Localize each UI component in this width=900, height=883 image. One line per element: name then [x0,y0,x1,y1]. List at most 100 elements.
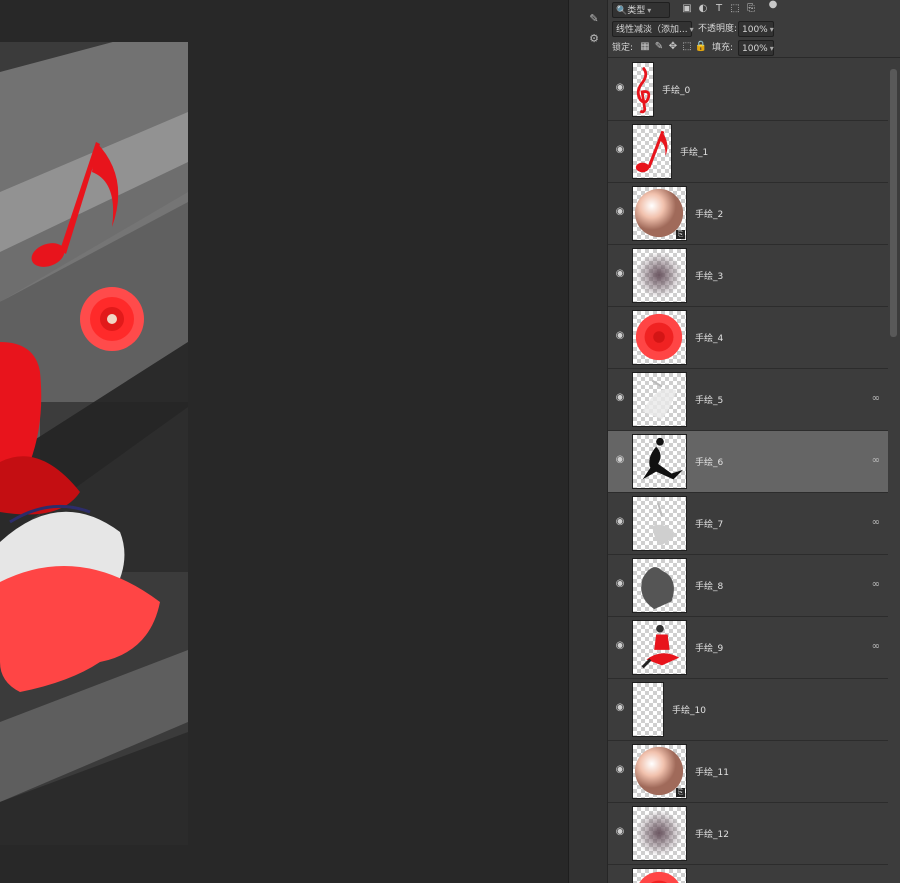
scroll-thumb[interactable] [890,69,897,337]
half-circle-icon[interactable]: ◐ [696,2,710,16]
link-icon[interactable]: ∞ [872,393,880,404]
chevron-down-icon: ▾ [689,25,694,34]
layer-name[interactable]: 手绘_12 [695,827,729,840]
layer-row[interactable]: ◉ 手绘_8 ∞ [608,555,888,617]
layer-row[interactable]: ◉ 手绘_6 ∞ [608,431,888,493]
filter-kind-dropdown[interactable]: 🔍类型 ▾ [612,2,670,18]
eye-icon[interactable]: ◉ [614,392,626,404]
artboard[interactable] [0,42,188,845]
layer-thumbnail[interactable] [632,372,687,427]
smart-object-icon[interactable]: ⎘ [744,2,758,16]
eye-icon[interactable]: ◉ [614,640,626,652]
link-icon[interactable]: ∞ [872,641,880,652]
image-icon[interactable]: ▣ [680,2,694,16]
layer-list: ◉ 手绘_0 ◉ 手绘_1 ◉ ⎘ 手绘_2 ◉ 手绘_3 ◉ 手绘_4 ◉ 手绘_5 ∞ ◉ 手绘_6 ∞ ◉ 手… [608,59,888,883]
filter-row: 🔍类型 ▾ ▣ ◐ T ⬚ ⎘ ● [608,0,900,19]
layer-thumbnail[interactable] [632,434,687,489]
fill-input[interactable]: 100% ▾ [738,40,774,56]
text-icon[interactable]: T [712,2,726,16]
eye-icon[interactable]: ◉ [614,144,626,156]
canvas-area[interactable] [0,0,568,883]
artwork [0,42,188,845]
layers-panel: 🔍类型 ▾ ▣ ◐ T ⬚ ⎘ ● 线性减淡（添加... ▾ 不透明度: 100% ▾… [608,0,900,883]
layer-name[interactable]: 手绘_5 [695,393,723,406]
lock-row: 锁定: ▦ ✎ ✥ ⬚ 🔒 填充: 100% ▾ [608,38,900,57]
link-icon[interactable]: ∞ [872,579,880,590]
layer-thumbnail[interactable] [632,124,672,179]
eye-icon[interactable]: ◉ [614,82,626,94]
layer-name[interactable]: 手绘_3 [695,269,723,282]
layer-row[interactable]: ◉ 手绘_7 ∞ [608,493,888,555]
layer-thumbnail[interactable]: ⎘ [632,186,687,241]
smart-object-icon: ⎘ [676,788,685,797]
fill-label: 填充: [712,43,734,53]
layer-thumbnail[interactable] [632,558,687,613]
layer-name[interactable]: 手绘_2 [695,207,723,220]
lock-paint-icon[interactable]: ✎ [652,40,666,54]
eye-icon[interactable]: ◉ [614,268,626,280]
layer-row[interactable]: ◉ 手绘_4 [608,307,888,369]
eye-icon[interactable]: ◉ [614,764,626,776]
dot-icon[interactable]: ● [766,0,780,12]
link-icon[interactable]: ∞ [872,517,880,528]
adjustments-panel-icon[interactable]: ⚙ [584,30,604,48]
layer-thumbnail[interactable] [632,620,687,675]
layer-thumbnail[interactable] [632,806,687,861]
chevron-down-icon: ▾ [647,6,652,15]
layer-thumbnail[interactable] [632,310,687,365]
blend-row: 线性减淡（添加... ▾ 不透明度: 100% ▾ [608,19,900,38]
layer-name[interactable]: 手绘_9 [695,641,723,654]
panel-divider[interactable] [568,0,580,883]
eye-icon[interactable]: ◉ [614,454,626,466]
layer-name[interactable]: 手绘_1 [680,145,708,158]
layer-row[interactable]: ◉ 手绘_10 [608,679,888,741]
layer-name[interactable]: 手绘_4 [695,331,723,344]
blend-mode-dropdown[interactable]: 线性减淡（添加... ▾ [612,21,694,37]
layer-row[interactable]: ◉ [608,865,888,883]
tool-strip: ✎ ⚙ [580,0,608,883]
layer-thumbnail[interactable] [632,682,664,737]
eye-icon[interactable]: ◉ [614,206,626,218]
opacity-label: 不透明度: [698,24,738,34]
lock-all-icon[interactable]: 🔒 [694,40,708,54]
shape-icon[interactable]: ⬚ [728,2,742,16]
layer-row[interactable]: ◉ 手绘_9 ∞ [608,617,888,679]
layers-scrollbar[interactable] [888,59,900,883]
photoshop-window: ✎ ⚙ 🔍类型▾ ▣ ◐ T ⬚ ⎘ ● 线性减淡（添加...▾ 不透明度: [0,0,900,883]
layer-name[interactable]: 手绘_0 [662,83,690,96]
eye-icon[interactable]: ◉ [614,826,626,838]
lock-label: 锁定: [612,43,634,53]
lock-transparent-icon[interactable]: ▦ [638,40,652,54]
layer-name[interactable]: 手绘_6 [695,455,723,468]
layer-row[interactable]: ◉ 手绘_12 [608,803,888,865]
layer-row[interactable]: ◉ 手绘_5 ∞ [608,369,888,431]
layer-thumbnail[interactable] [632,62,654,117]
chevron-down-icon: ▾ [769,44,774,53]
eye-icon[interactable]: ◉ [614,516,626,528]
brush-panel-icon[interactable]: ✎ [584,10,604,28]
eye-icon[interactable]: ◉ [614,330,626,342]
layer-row[interactable]: ◉ ⎘ 手绘_11 [608,741,888,803]
smart-object-icon: ⎘ [676,230,685,239]
layers-toolbar: 🔍类型 ▾ ▣ ◐ T ⬚ ⎘ ● 线性减淡（添加... ▾ 不透明度: 100% ▾… [608,0,900,58]
layer-name[interactable]: 手绘_10 [672,703,706,716]
lock-position-icon[interactable]: ✥ [666,40,680,54]
link-icon[interactable]: ∞ [872,455,880,466]
layer-thumbnail[interactable]: ⎘ [632,744,687,799]
layer-row[interactable]: ◉ ⎘ 手绘_2 [608,183,888,245]
layer-name[interactable]: 手绘_7 [695,517,723,530]
layer-row[interactable]: ◉ 手绘_1 [608,121,888,183]
layer-row[interactable]: ◉ 手绘_3 [608,245,888,307]
layer-name[interactable]: 手绘_8 [695,579,723,592]
layer-thumbnail[interactable] [632,248,687,303]
layer-name[interactable]: 手绘_11 [695,765,729,778]
opacity-input[interactable]: 100% ▾ [738,21,774,37]
layer-thumbnail[interactable] [632,496,687,551]
layer-row[interactable]: ◉ 手绘_0 [608,59,888,121]
eye-icon[interactable]: ◉ [614,702,626,714]
chevron-down-icon: ▾ [769,25,774,34]
search-icon: 🔍 [616,6,628,16]
lock-artboard-icon[interactable]: ⬚ [680,40,694,54]
eye-icon[interactable]: ◉ [614,578,626,590]
layer-thumbnail[interactable] [632,868,687,883]
